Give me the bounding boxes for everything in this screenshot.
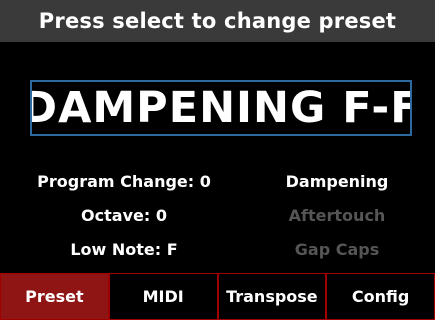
tab-midi[interactable]: MIDI <box>108 273 218 320</box>
octave-label: Octave: 0 <box>81 206 167 225</box>
tab-config[interactable]: Config <box>326 273 435 320</box>
low-note-label: Low Note: F <box>70 240 178 259</box>
tab-transpose[interactable]: Transpose <box>217 273 327 320</box>
aftertouch-status: Aftertouch <box>288 206 386 225</box>
tab-preset[interactable]: Preset <box>0 273 109 320</box>
gap-caps-status: Gap Caps <box>294 240 380 259</box>
dampening-status: Dampening <box>285 172 389 191</box>
instruction-header: Press select to change preset <box>0 0 435 42</box>
device-screen: Press select to change preset DAMPENING … <box>0 0 435 320</box>
program-change-label: Program Change: 0 <box>37 172 211 191</box>
bottom-tab-bar: Preset MIDI Transpose Config <box>0 273 435 320</box>
preset-name-display[interactable]: DAMPENING F-F <box>30 80 412 136</box>
